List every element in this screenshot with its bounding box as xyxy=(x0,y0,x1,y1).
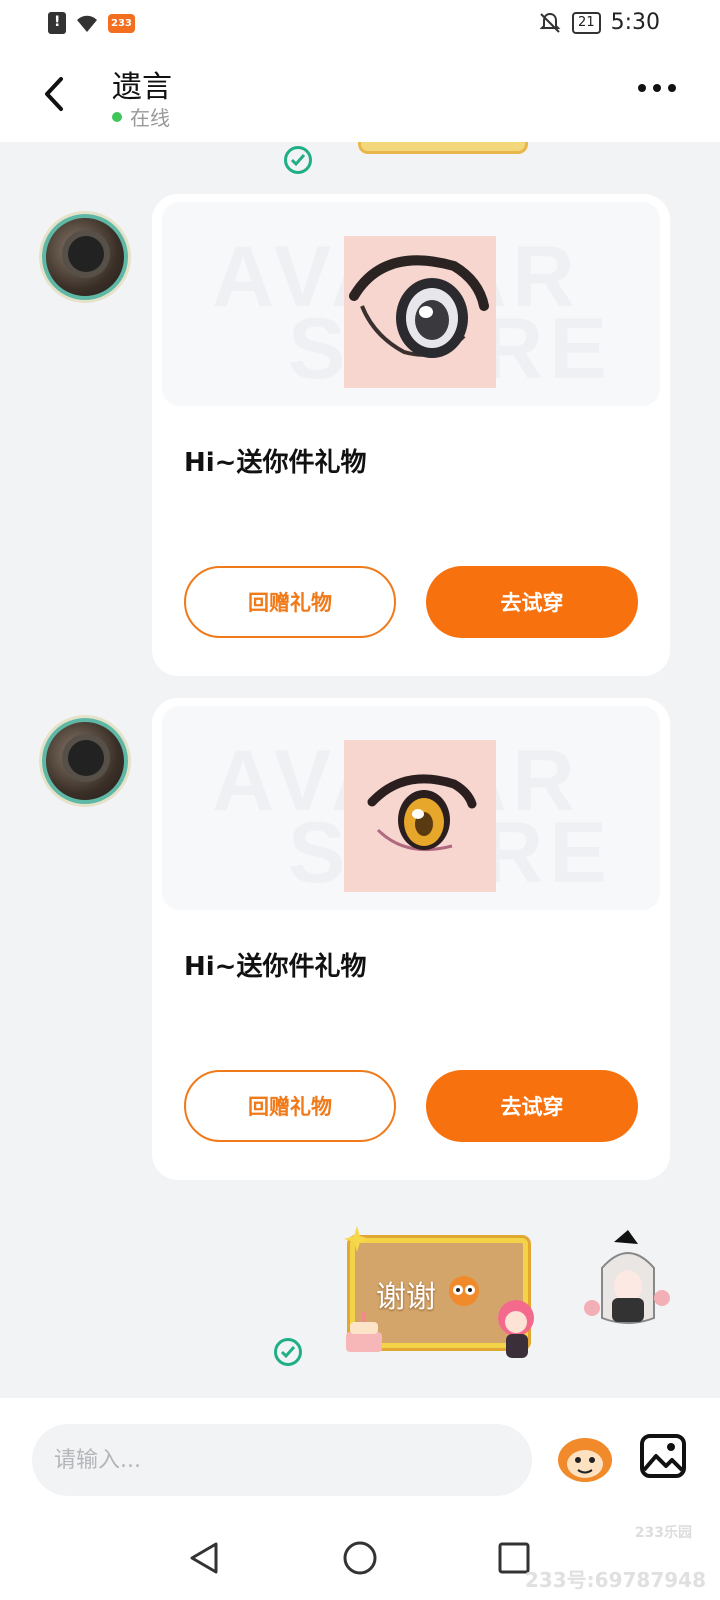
read-check-icon xyxy=(274,1338,302,1366)
system-nav-bar: 233乐园 233号:69787948 xyxy=(0,1516,720,1600)
gift-eye-image[interactable] xyxy=(344,236,496,388)
sender-avatar[interactable] xyxy=(42,718,128,804)
chat-list[interactable]: AVATAR STORE Hi~送你件礼物 回赠礼物 去试穿 AVATAR ST… xyxy=(0,142,720,1398)
more-dot xyxy=(638,84,646,92)
nav-back-icon[interactable] xyxy=(184,1538,224,1578)
more-dot xyxy=(653,84,661,92)
gift-message-card: AVATAR STORE Hi~送你件礼物 回赠礼物 去试穿 xyxy=(152,698,670,1180)
message-input[interactable] xyxy=(32,1424,532,1496)
mute-icon xyxy=(539,12,561,33)
pink-girl-icon xyxy=(498,1300,534,1358)
gift-banner: AVATAR STORE xyxy=(162,202,660,406)
gift-message-text: Hi~送你件礼物 xyxy=(184,448,367,478)
chevron-left-icon xyxy=(45,77,63,111)
sender-avatar[interactable] xyxy=(42,214,128,300)
more-dot xyxy=(668,84,676,92)
sim-alert-icon xyxy=(48,12,66,34)
status-bar: 233 21 5:30 xyxy=(0,0,720,48)
self-avatar[interactable] xyxy=(582,1228,672,1338)
cake-icon xyxy=(346,1312,382,1352)
brand-watermark: 233乐园 xyxy=(634,1525,692,1541)
return-gift-button[interactable]: 回赠礼物 xyxy=(184,1070,396,1142)
gift-banner: AVATAR STORE xyxy=(162,706,660,910)
gift-eye-image[interactable] xyxy=(344,740,496,892)
try-on-button[interactable]: 去试穿 xyxy=(426,566,638,638)
image-button[interactable] xyxy=(638,1432,688,1480)
gift-message-text: Hi~送你件礼物 xyxy=(184,952,367,982)
sparkle-icon xyxy=(344,1226,370,1252)
monkey-face-icon xyxy=(449,1276,479,1306)
back-button[interactable] xyxy=(36,72,72,116)
battery-icon: 21 xyxy=(572,11,601,34)
id-watermark: 233号:69787948 xyxy=(524,1568,706,1592)
more-options-button[interactable] xyxy=(638,84,676,92)
monkey-emoji-icon xyxy=(558,1438,612,1482)
image-icon xyxy=(640,1434,686,1478)
read-check-icon xyxy=(284,146,312,174)
app-233-icon: 233 xyxy=(108,13,135,33)
thanks-sticker-message[interactable]: 谢谢 xyxy=(340,1224,550,1362)
status-time: 5:30 xyxy=(610,10,660,35)
online-status-label: 在线 xyxy=(130,106,170,130)
return-gift-button[interactable]: 回赠礼物 xyxy=(184,566,396,638)
online-dot-icon xyxy=(112,111,122,122)
input-bar xyxy=(0,1398,720,1516)
gift-message-card: AVATAR STORE Hi~送你件礼物 回赠礼物 去试穿 xyxy=(152,194,670,676)
nav-home-icon[interactable] xyxy=(340,1538,380,1578)
online-status: 在线 xyxy=(112,102,170,131)
previous-sticker-message xyxy=(358,142,528,154)
page-title: 遗言 xyxy=(112,70,172,105)
chat-header: 遗言 在线 xyxy=(0,48,720,142)
wifi-icon xyxy=(77,15,97,32)
emoji-button[interactable] xyxy=(556,1432,614,1484)
try-on-button[interactable]: 去试穿 xyxy=(426,1070,638,1142)
